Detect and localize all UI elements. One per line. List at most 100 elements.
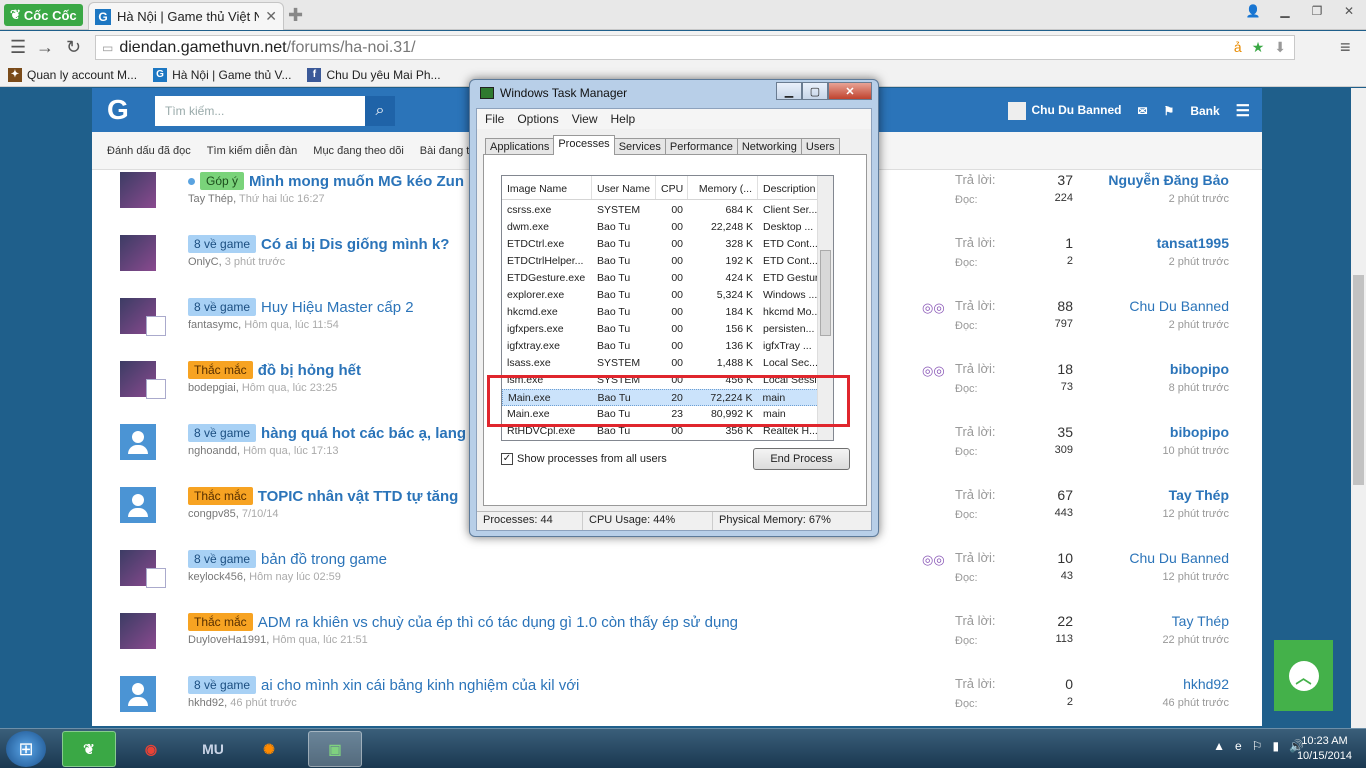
coccoc-translate-icon[interactable]: ả — [1234, 39, 1242, 56]
thread-row[interactable]: 8 về game bản đồ trong game keylock456, Hô… — [92, 550, 1262, 613]
new-tab-icon[interactable]: ✚ — [288, 5, 303, 26]
avatar[interactable] — [120, 235, 156, 271]
last-poster-avatar[interactable] — [146, 379, 166, 399]
bank-link[interactable]: Bank — [1190, 104, 1219, 118]
thread-author[interactable]: OnlyC — [188, 256, 219, 268]
thread-title[interactable]: Thắc mắc đồ bị hỏng hết — [188, 361, 361, 379]
thread-title[interactable]: 8 về game Có ai bị Dis giống mình k? — [188, 235, 449, 253]
tab-applications[interactable]: Applications — [485, 138, 555, 155]
process-row[interactable]: lsm.exe SYSTEM 00 456 K Local Sessi... — [502, 372, 833, 389]
last-post-user[interactable]: hkhd92 — [1183, 676, 1229, 692]
end-process-button[interactable]: End Process — [753, 448, 850, 470]
bookmark-item[interactable]: f Chu Du yêu Mai Ph... — [307, 67, 441, 82]
thread-title-text[interactable]: TOPIC nhân vật TTD tự tăng — [258, 488, 459, 505]
thread-prefix[interactable]: Góp ý — [200, 172, 245, 190]
avatar[interactable] — [120, 172, 156, 208]
process-row[interactable]: igfxpers.exe Bao Tu 00 156 Kpersisten... — [502, 321, 833, 338]
last-post-user[interactable]: Tay Thép — [1169, 487, 1229, 503]
maximize-icon[interactable]: ▢ — [802, 82, 828, 100]
inbox-icon[interactable]: ✉ — [1137, 104, 1147, 118]
wifi-signal-icon[interactable]: ▮ — [1272, 739, 1279, 753]
search-button[interactable]: ⌕ — [365, 96, 395, 126]
taskbar-coccoc[interactable]: ❦ — [62, 731, 116, 767]
last-post-user[interactable]: tansat1995 — [1157, 235, 1229, 251]
last-post-user[interactable]: bibopipo — [1170, 361, 1229, 377]
thread-title-text[interactable]: ADM ra khiên vs chuỳ của ép thì có tác d… — [258, 614, 738, 631]
user-icon[interactable]: 👤 — [1240, 2, 1266, 20]
thread-title-text[interactable]: Huy Hiệu Master cấp 2 — [261, 299, 414, 316]
thread-title-text[interactable]: Có ai bị Dis giống mình k? — [261, 236, 449, 253]
column-memory[interactable]: Memory (... — [688, 176, 758, 199]
thread-title[interactable]: Thắc mắc ADM ra khiên vs chuỳ của ép thì … — [188, 613, 738, 631]
tray-app-icon[interactable]: e — [1235, 739, 1242, 753]
alerts-flag-icon[interactable]: ⚑ — [1164, 104, 1175, 118]
thread-prefix[interactable]: 8 về game — [188, 235, 257, 253]
thread-title[interactable]: 8 về game ai cho mình xin cái bảng kinh n… — [188, 676, 579, 694]
thread-prefix[interactable]: 8 về game — [188, 550, 257, 568]
tab-processes[interactable]: Processes — [553, 135, 615, 155]
last-post-time[interactable]: 46 phút trước — [1162, 697, 1229, 709]
restore-icon[interactable]: ❐ — [1304, 2, 1330, 20]
user-menu[interactable]: Chu Du Banned — [1008, 102, 1121, 120]
menu-file[interactable]: File — [485, 112, 504, 126]
last-post-user[interactable]: Nguyễn Đăng Bảo — [1108, 172, 1229, 188]
url-field[interactable]: ▭ diendan.gamethuvn.net/forums/ha-noi.31… — [95, 35, 1295, 60]
thread-author[interactable]: bodepgiai — [188, 382, 236, 394]
thread-title-text[interactable]: hàng quá hot các bác ạ, lang — [261, 425, 466, 442]
thread-author[interactable]: DuyloveHa1991 — [188, 634, 266, 646]
process-row[interactable]: Main.exe Bao Tu 23 80,992 Kmain — [502, 406, 833, 423]
menu-view[interactable]: View — [572, 112, 598, 126]
thread-prefix[interactable]: 8 về game — [188, 676, 257, 694]
thread-prefix[interactable]: Thắc mắc — [188, 613, 253, 631]
process-row[interactable]: dwm.exe Bao Tu 00 22,248 K Desktop ... — [502, 219, 833, 236]
thread-author[interactable]: congpv85 — [188, 508, 236, 520]
last-post-time[interactable]: 2 phút trước — [1169, 193, 1229, 205]
thread-prefix[interactable]: 8 về game — [188, 298, 257, 316]
column-user-name[interactable]: User Name — [592, 176, 656, 199]
last-post-time[interactable]: 10 phút trước — [1162, 445, 1229, 457]
close-icon[interactable]: ✕ — [1336, 2, 1362, 20]
avatar[interactable] — [120, 676, 156, 712]
start-button[interactable]: ⊞ — [6, 731, 46, 767]
thread-title-text[interactable]: đồ bị hỏng hết — [258, 362, 361, 379]
thread-title-text[interactable]: Mình mong muốn MG kéo Zun — [249, 173, 464, 190]
thread-row[interactable]: 8 về game ai cho mình xin cái bảng kinh n… — [92, 676, 1262, 726]
search-input[interactable]: Tìm kiếm... — [155, 96, 365, 126]
thread-author[interactable]: keylock456 — [188, 571, 243, 583]
minimize-icon[interactable]: ▁ — [1272, 2, 1298, 20]
scrollbar-thumb[interactable] — [1353, 275, 1364, 485]
bookmark-item[interactable]: G Hà Nội | Game thủ V... — [153, 67, 291, 82]
reload-icon[interactable]: ↻ — [66, 37, 81, 58]
show-all-users-checkbox[interactable]: ✓ Show processes from all users — [501, 453, 667, 465]
last-poster-avatar[interactable] — [146, 316, 166, 336]
process-row[interactable]: hkcmd.exe Bao Tu 00 184 Khkcmd Mo... — [502, 304, 833, 321]
taskbar-task-manager[interactable]: ▣ — [308, 731, 362, 767]
avatar[interactable] — [120, 424, 156, 460]
thread-title[interactable]: 8 về game bản đồ trong game — [188, 550, 387, 568]
thread-title[interactable]: Thắc mắc TOPIC nhân vật TTD tự tăng — [188, 487, 458, 505]
scroll-to-top-button[interactable]: ︿ — [1274, 640, 1333, 711]
process-row[interactable]: RtHDVCpl.exe Bao Tu 00 356 K Realtek H... — [502, 423, 833, 440]
last-post-time[interactable]: 22 phút trước — [1162, 634, 1229, 646]
tab-services[interactable]: Services — [613, 138, 666, 155]
process-row[interactable]: ETDGesture.exe Bao Tu 00 424 K ETD Gesture — [502, 270, 833, 287]
scrollbar-thumb[interactable] — [820, 250, 831, 336]
last-poster-avatar[interactable] — [146, 568, 166, 588]
process-row[interactable]: ETDCtrl.exe Bao Tu 00 328 K ETD Cont... — [502, 236, 833, 253]
process-row[interactable]: SearchIndexe...SYSTEM001,532 KMicrosoft … — [502, 440, 833, 441]
last-post-user[interactable]: Tay Thép — [1172, 613, 1229, 629]
download-icon[interactable]: ⬇ — [1274, 39, 1286, 56]
process-row[interactable]: csrss.exe SYSTEM 00 684 K Client Ser... — [502, 202, 833, 219]
process-list-scrollbar[interactable] — [817, 176, 833, 440]
tab-users[interactable]: Users — [800, 138, 840, 155]
coccoc-brand[interactable]: ❦ Cốc Cốc — [4, 4, 83, 26]
process-row[interactable]: explorer.exe Bao Tu 00 5,324 K Windows ... — [502, 287, 833, 304]
subnav-watched[interactable]: Mục đang theo dõi — [313, 145, 404, 157]
back-icon[interactable]: → — [36, 37, 54, 58]
hamburger-menu-icon[interactable]: ☰ — [1236, 101, 1250, 121]
thread-prefix[interactable]: Thắc mắc — [188, 361, 253, 379]
process-row[interactable]: lsass.exe SYSTEM 00 1,488 K Local Sec... — [502, 355, 833, 372]
browser-tab[interactable]: G Hà Nội | Game thủ Việt Na ✕ — [88, 2, 284, 30]
last-post-user[interactable]: Chu Du Banned — [1129, 550, 1229, 566]
thread-title[interactable]: 8 về game Huy Hiệu Master cấp 2 — [188, 298, 414, 316]
